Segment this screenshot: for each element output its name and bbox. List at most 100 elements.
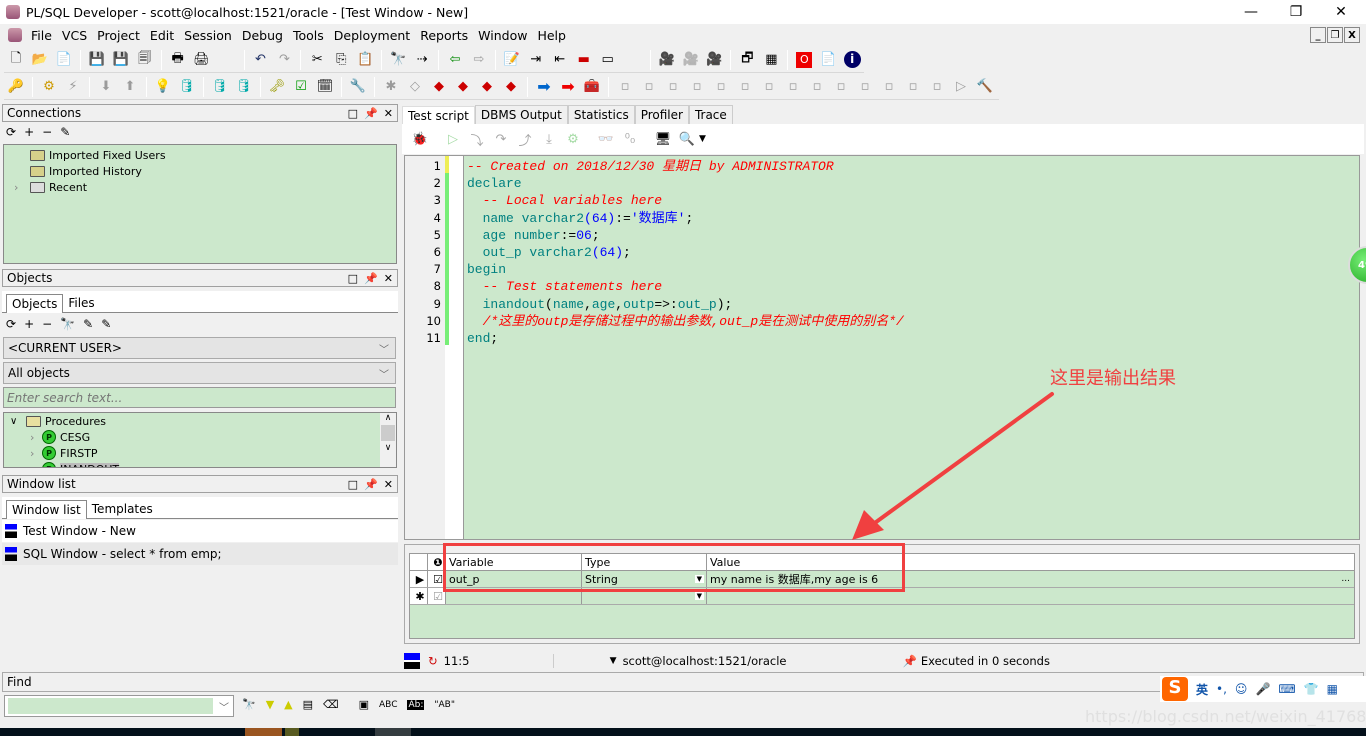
code-line[interactable]: -- Created on 2018/12/30 星期日 by ADMINIST… — [467, 158, 1359, 175]
vcs-6-icon[interactable]: ▫ — [734, 77, 756, 97]
vcs-2-icon[interactable]: ▫ — [638, 77, 660, 97]
binoculars-icon[interactable]: 🔭 — [242, 698, 256, 711]
pin-icon[interactable]: 📌 — [364, 107, 378, 120]
explain-plan-icon[interactable]: 💡 — [152, 77, 174, 97]
vcs-5-icon[interactable]: ▫ — [710, 77, 732, 97]
debug-stop-icon[interactable]: ◆ — [500, 77, 522, 97]
edit-icon[interactable]: ✎ — [101, 317, 111, 331]
export-icon[interactable]: ⇨ — [468, 50, 490, 70]
tree-item-recent[interactable]: › Recent — [14, 179, 396, 195]
import-icon[interactable]: ⇦ — [444, 50, 466, 70]
sql-icon[interactable]: 🛢 — [176, 77, 198, 97]
code-line[interactable]: begin — [467, 261, 1359, 278]
vcs-14-icon[interactable]: ▫ — [926, 77, 948, 97]
window-list-item[interactable]: SQL Window - select * from emp; — [2, 543, 398, 565]
tree-item-procedure[interactable]: › P FIRSTP — [10, 445, 396, 461]
code-line[interactable]: declare — [467, 175, 1359, 192]
indent-icon[interactable]: ⇥ — [525, 50, 547, 70]
float-icon[interactable]: □ — [348, 107, 358, 120]
refresh-icon[interactable]: ⟳ — [6, 125, 16, 139]
rollback-icon[interactable]: ⬆ — [119, 77, 141, 97]
filter-icon[interactable]: ✎ — [83, 317, 93, 331]
tab-window-list[interactable]: Window list — [6, 500, 87, 519]
menu-deployment[interactable]: Deployment — [329, 28, 415, 43]
macro-play-icon[interactable]: 🎥 — [680, 50, 702, 70]
menu-project[interactable]: Project — [92, 28, 145, 43]
code-line[interactable]: out_p varchar2(64); — [467, 244, 1359, 261]
print-setup-icon[interactable]: 🖨 — [191, 50, 213, 70]
tab-dbms-output[interactable]: DBMS Output — [474, 105, 568, 124]
close-panel-icon[interactable]: ✕ — [384, 107, 393, 120]
remove-icon[interactable]: − — [42, 125, 52, 139]
uncomment-icon[interactable]: ▭ — [597, 50, 619, 70]
vcs-7-icon[interactable]: ▫ — [758, 77, 780, 97]
debug-start-icon[interactable]: 🐞 — [409, 129, 431, 149]
debug-step-icon[interactable]: ◆ — [452, 77, 474, 97]
tree-item-imported-fixed-users[interactable]: Imported Fixed Users — [14, 147, 396, 163]
macro-library-icon[interactable]: 🎥 — [704, 50, 726, 70]
chevron-right-icon[interactable]: › — [30, 447, 42, 460]
skin-icon[interactable]: 👕 — [1304, 682, 1319, 696]
save-all-icon[interactable]: 🗐 — [134, 50, 156, 70]
reopen-icon[interactable]: 📄 — [53, 50, 75, 70]
eraser-icon[interactable]: ◇ — [404, 77, 426, 97]
debug-start-icon[interactable]: ✱ — [380, 77, 402, 97]
new-icon[interactable]: 🗋 — [5, 50, 27, 70]
scroll-up-icon[interactable]: ∧ — [380, 413, 396, 423]
menu-edit[interactable]: Edit — [145, 28, 179, 43]
debug-stepout-icon[interactable]: ◆ — [476, 77, 498, 97]
code-line[interactable]: name varchar2(64):='数据库'; — [467, 210, 1359, 227]
menu-session[interactable]: Session — [179, 28, 237, 43]
float-icon[interactable]: □ — [348, 272, 358, 285]
objects-scrollbar[interactable]: ∧ ∨ — [380, 413, 396, 467]
object-type-select[interactable]: All objects ﹀ — [3, 362, 396, 384]
selection-only-icon[interactable]: ▣ — [359, 698, 369, 711]
edit-icon[interactable]: ✎ — [60, 125, 70, 139]
step-into-icon[interactable]: ⤵ — [466, 129, 488, 149]
print-icon[interactable]: 🖶 — [167, 50, 189, 70]
menu-tools[interactable]: Tools — [288, 28, 329, 43]
checklist-icon[interactable]: ☑ — [290, 77, 312, 97]
find-input-combo[interactable]: ﹀ — [4, 695, 234, 717]
tab-templates[interactable]: Templates — [86, 500, 158, 518]
mdi-close-button[interactable]: X — [1344, 27, 1360, 43]
keyboard-icon[interactable]: ⌨ — [1278, 682, 1295, 696]
mdi-restore-button[interactable]: ❐ — [1327, 27, 1343, 43]
break-icon[interactable]: ⚡ — [62, 77, 84, 97]
tree-item-procedure[interactable]: › P CESG — [10, 429, 396, 445]
float-icon[interactable]: □ — [348, 478, 358, 491]
window-list-item[interactable]: Test Window - New — [2, 520, 398, 542]
save-icon[interactable]: 💾 — [86, 50, 108, 70]
compile-icon[interactable]: 📝 — [501, 50, 523, 70]
code-line[interactable]: /*这里的outp是存储过程中的输出参数,out_p是在测试中使用的别名*/ — [467, 313, 1359, 330]
arrow-right-red-icon[interactable]: ➡ — [557, 77, 579, 97]
connection-dropdown-icon[interactable]: ▼ — [610, 656, 617, 666]
settings-gear-icon[interactable]: ⚙ — [562, 129, 584, 149]
close-button[interactable]: ✕ — [1318, 0, 1364, 24]
copy-icon[interactable]: ⎘ — [330, 50, 352, 70]
tree-item-procedure[interactable]: ›PINANDOUT — [10, 461, 396, 468]
chevron-down-icon[interactable]: ∨ — [10, 416, 26, 427]
highlight-all-icon[interactable]: ▤ — [303, 698, 313, 711]
emoji-icon[interactable]: ☺ — [1235, 682, 1248, 696]
remove-icon[interactable]: − — [42, 317, 52, 331]
cascade-icon[interactable]: 🗗 — [736, 50, 758, 70]
cut-icon[interactable]: ✂ — [306, 50, 328, 70]
add-icon[interactable]: + — [24, 317, 34, 331]
vcs-9-icon[interactable]: ▫ — [806, 77, 828, 97]
vcs-3-icon[interactable]: ▫ — [662, 77, 684, 97]
step-out-icon[interactable]: ⤴ — [514, 129, 536, 149]
type-dropdown-icon[interactable]: ▼ — [694, 592, 704, 600]
oracle-icon[interactable]: O — [793, 50, 815, 70]
chevron-right-icon[interactable]: › — [14, 181, 30, 194]
vcs-15-icon[interactable]: ▷ — [950, 77, 972, 97]
sogou-logo-icon[interactable]: S — [1162, 677, 1188, 701]
find-next-icon[interactable]: ⇢ — [411, 50, 433, 70]
unindent-icon[interactable]: ⇤ — [549, 50, 571, 70]
info-icon[interactable]: i — [841, 50, 863, 70]
open-icon[interactable]: 📂 — [29, 50, 51, 70]
close-panel-icon[interactable]: ✕ — [384, 272, 393, 285]
debug-run-icon[interactable]: ◆ — [428, 77, 450, 97]
chevron-right-icon[interactable]: › — [30, 463, 42, 468]
refresh-icon[interactable]: ↻ — [428, 654, 438, 668]
